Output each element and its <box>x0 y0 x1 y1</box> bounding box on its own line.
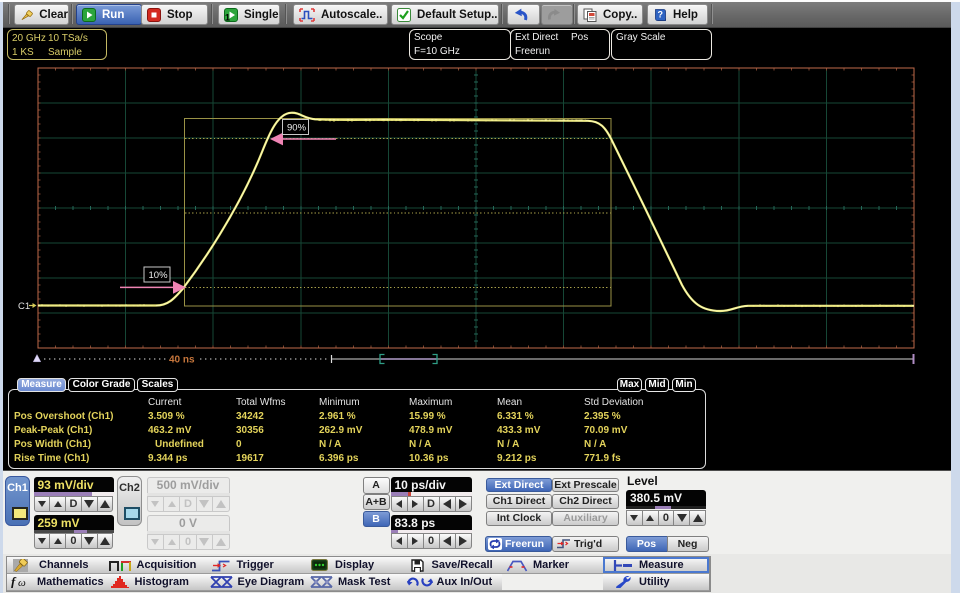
svg-text:40 ns: 40 ns <box>169 355 195 366</box>
svg-text:90%: 90% <box>287 123 307 134</box>
svg-text:C1: C1 <box>18 301 30 312</box>
svg-text:f: f <box>11 575 17 588</box>
svg-text:ω: ω <box>18 577 26 588</box>
svg-text:10%: 10% <box>149 270 169 281</box>
